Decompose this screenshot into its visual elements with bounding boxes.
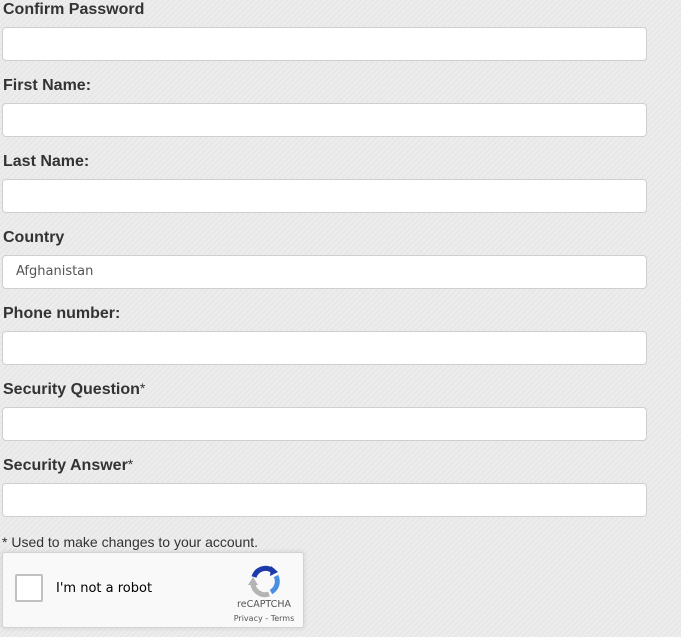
required-asterisk: * <box>139 380 146 396</box>
security-question-input[interactable] <box>2 407 647 441</box>
security-answer-input[interactable] <box>2 483 647 517</box>
country-label: Country <box>3 229 65 246</box>
first-name-label: First Name: <box>3 77 92 94</box>
required-footnote: * Used to make changes to your account. <box>2 534 259 550</box>
recaptcha-checkbox[interactable] <box>15 574 43 602</box>
last-name-label: Last Name: <box>3 153 90 170</box>
security-answer-label: Security Answer* <box>3 456 133 476</box>
confirm-password-input[interactable] <box>2 27 647 61</box>
recaptcha-link-separator: - <box>262 614 271 623</box>
country-select[interactable]: Afghanistan <box>2 255 647 289</box>
phone-number-input[interactable] <box>2 331 647 365</box>
first-name-input[interactable] <box>2 103 647 137</box>
recaptcha-terms-link[interactable]: Terms <box>271 614 295 623</box>
phone-number-label: Phone number: <box>3 305 121 322</box>
security-question-label-text: Security Question <box>3 381 140 398</box>
security-question-label: Security Question* <box>3 380 145 400</box>
country-selected-value: Afghanistan <box>16 264 94 279</box>
recaptcha-privacy-link[interactable]: Privacy <box>234 614 263 623</box>
required-asterisk: * <box>127 456 134 472</box>
recaptcha-logo-icon <box>248 565 280 598</box>
recaptcha-links: Privacy - Terms <box>229 614 299 624</box>
recaptcha-checkbox-label: I'm not a robot <box>56 581 153 596</box>
last-name-input[interactable] <box>2 179 647 213</box>
security-answer-label-text: Security Answer <box>3 457 128 474</box>
recaptcha-widget: I'm not a robot reCAPTCHA Privacy - Term… <box>2 552 304 628</box>
recaptcha-brand: reCAPTCHA <box>237 599 291 610</box>
confirm-password-label: Confirm Password <box>3 1 145 18</box>
